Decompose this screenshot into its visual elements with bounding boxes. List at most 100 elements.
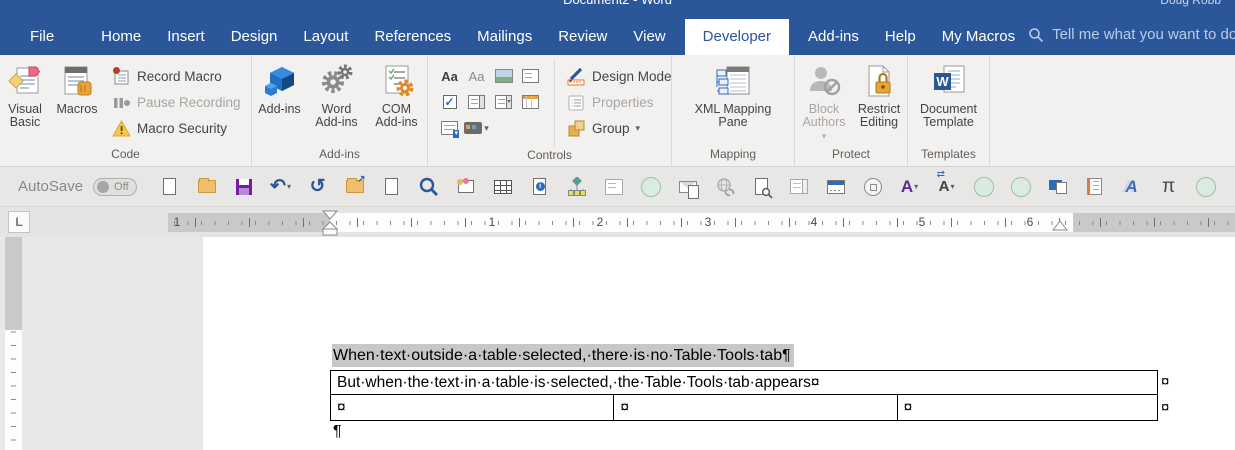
toolbox-dropdown[interactable]: ▾ (464, 122, 489, 134)
tab-design[interactable]: Design (218, 19, 291, 55)
table-row[interactable]: But·when·the·text·in·a·table·is·selected… (330, 370, 1158, 395)
org-chart-icon[interactable] (562, 172, 592, 202)
controls-grid: Aa Aa ✓ ▾ ▾ (428, 59, 548, 141)
right-indent-marker[interactable] (1052, 220, 1068, 232)
tab-file[interactable]: File (10, 19, 74, 55)
building-block-gallery-icon[interactable] (522, 69, 539, 83)
checkbox-content-control-icon[interactable]: ✓ (442, 95, 457, 109)
tab-add-ins[interactable]: Add-ins (795, 19, 872, 55)
legacy-tools-icon[interactable] (441, 121, 460, 138)
gears-icon (320, 62, 354, 100)
combo-box-content-control-icon[interactable] (468, 95, 485, 109)
translate-icon[interactable]: A▾ (932, 170, 962, 202)
tab-help[interactable]: Help (872, 19, 929, 55)
record-macro-button[interactable]: Record Macro (112, 63, 241, 89)
rich-text-content-control-icon[interactable]: Aa (441, 69, 458, 84)
circle-macro-icon[interactable] (636, 172, 666, 202)
ruler-number: 4 (810, 215, 818, 229)
ribbon-tab-row: File Home Insert Design Layout Reference… (0, 10, 1235, 55)
hyperlink-globe-icon[interactable] (710, 172, 740, 202)
block-authors-button: Block Authors ▾ (797, 59, 851, 143)
design-mode-button[interactable]: Design Mode (567, 63, 672, 89)
circle-macro-icon[interactable] (1191, 172, 1221, 202)
equation-icon[interactable]: π (1154, 172, 1184, 202)
table-row[interactable]: ¤ ¤ ¤ (330, 394, 1158, 421)
table-cell[interactable]: But·when·the·text·in·a·table·is·selected… (331, 371, 1157, 394)
ruler-right-margin (1073, 213, 1235, 232)
address-book-icon[interactable] (1080, 172, 1110, 202)
window-split-icon[interactable] (821, 172, 851, 202)
table-cell[interactable]: ¤ (613, 395, 896, 420)
toggle-knob-icon (97, 180, 110, 193)
macros-button[interactable]: Macros (50, 59, 104, 116)
autosave-toggle[interactable]: Off (93, 177, 138, 196)
warning-triangle-icon (112, 119, 131, 136)
word-add-ins-button[interactable]: Word Add-ins (308, 59, 366, 129)
tab-mailings[interactable]: Mailings (464, 19, 545, 55)
xml-mapping-icon (715, 62, 751, 100)
tab-developer[interactable]: Developer (684, 19, 790, 55)
tab-references[interactable]: References (361, 19, 464, 55)
tab-stop-selector[interactable]: L (8, 211, 30, 233)
document-template-button[interactable]: W Document Template (912, 59, 986, 129)
list-properties-gray-icon[interactable] (599, 172, 629, 202)
end-of-row-mark: ¤ (1161, 399, 1170, 416)
indent-markers[interactable] (322, 210, 338, 237)
chevron-down-icon: ▾ (635, 122, 641, 133)
paste-special-icon[interactable] (1043, 172, 1073, 202)
enclose-characters-icon[interactable] (858, 172, 888, 202)
send-mail-icon[interactable] (673, 172, 703, 202)
circle-macro-icon[interactable] (1006, 172, 1036, 202)
open-recent-folder-icon[interactable]: ↗ (340, 172, 370, 202)
table-cell[interactable]: ¤ (331, 395, 613, 420)
ruler-number: 6 (1026, 215, 1034, 229)
date-picker-content-control-icon[interactable] (522, 95, 539, 109)
tab-my-macros[interactable]: My Macros (929, 19, 1028, 55)
com-add-ins-button[interactable]: COM Add-ins (368, 59, 426, 129)
tab-view[interactable]: View (620, 19, 678, 55)
restrict-editing-button[interactable]: Restrict Editing (853, 59, 905, 129)
group-label-mapping: Mapping (709, 147, 757, 161)
group-mapping: XML Mapping Pane Mapping (672, 55, 795, 166)
xml-mapping-pane-button[interactable]: XML Mapping Pane (678, 59, 788, 129)
visual-basic-button[interactable]: Visual Basic (0, 59, 50, 129)
print-preview-icon[interactable] (747, 172, 777, 202)
group-button[interactable]: Group ▾ (567, 115, 672, 141)
save-icon[interactable] (229, 172, 259, 202)
envelopes-stamps-icon[interactable] (451, 172, 481, 202)
ruler-number: 2 (596, 215, 604, 229)
circle-macro-icon[interactable] (969, 172, 999, 202)
form-fields-gray-icon[interactable] (784, 172, 814, 202)
redo-icon[interactable]: ↺ (303, 172, 333, 202)
ruler-number: 1 (173, 215, 181, 229)
title-bar: Document2 - Word Doug Robb (0, 0, 1235, 10)
macros-icon (60, 62, 94, 100)
chevron-down-icon: ▾ (287, 182, 292, 191)
picture-content-control-icon[interactable] (494, 69, 513, 83)
tab-home[interactable]: Home (88, 19, 154, 55)
search-icon[interactable] (414, 172, 444, 202)
document-info-icon[interactable]: i (525, 172, 555, 202)
document-table[interactable]: But·when·the·text·in·a·table·is·selected… (330, 370, 1158, 421)
table-cell[interactable]: ¤ (896, 395, 1157, 420)
tell-me-placeholder: Tell me what you want to do (1052, 26, 1235, 43)
new-document-icon[interactable] (155, 172, 185, 202)
tell-me-search[interactable]: Tell me what you want to do (1028, 26, 1235, 55)
dropdown-list-content-control-icon[interactable]: ▾ (495, 95, 512, 109)
text-effects-icon[interactable]: A (1117, 172, 1147, 202)
insert-table-icon[interactable] (488, 172, 518, 202)
tab-review[interactable]: Review (545, 19, 620, 55)
group-label-protect: Protect (831, 147, 870, 161)
tab-insert[interactable]: Insert (154, 19, 218, 55)
add-ins-button[interactable]: Add-ins (254, 59, 306, 116)
blank-document-icon[interactable] (377, 172, 407, 202)
selected-paragraph[interactable]: When·text·outside·a·table·selected,·ther… (332, 344, 794, 367)
undo-icon[interactable]: ↶ ▾ (266, 172, 296, 202)
tab-layout[interactable]: Layout (290, 19, 361, 55)
plain-text-content-control-icon[interactable]: Aa (469, 69, 485, 84)
font-style-icon[interactable]: A ▾ (895, 172, 925, 202)
open-folder-icon[interactable] (192, 172, 222, 202)
macro-security-button[interactable]: Macro Security (112, 115, 241, 141)
end-of-row-mark: ¤ (1161, 373, 1170, 390)
autosave-state: Off (114, 180, 129, 193)
